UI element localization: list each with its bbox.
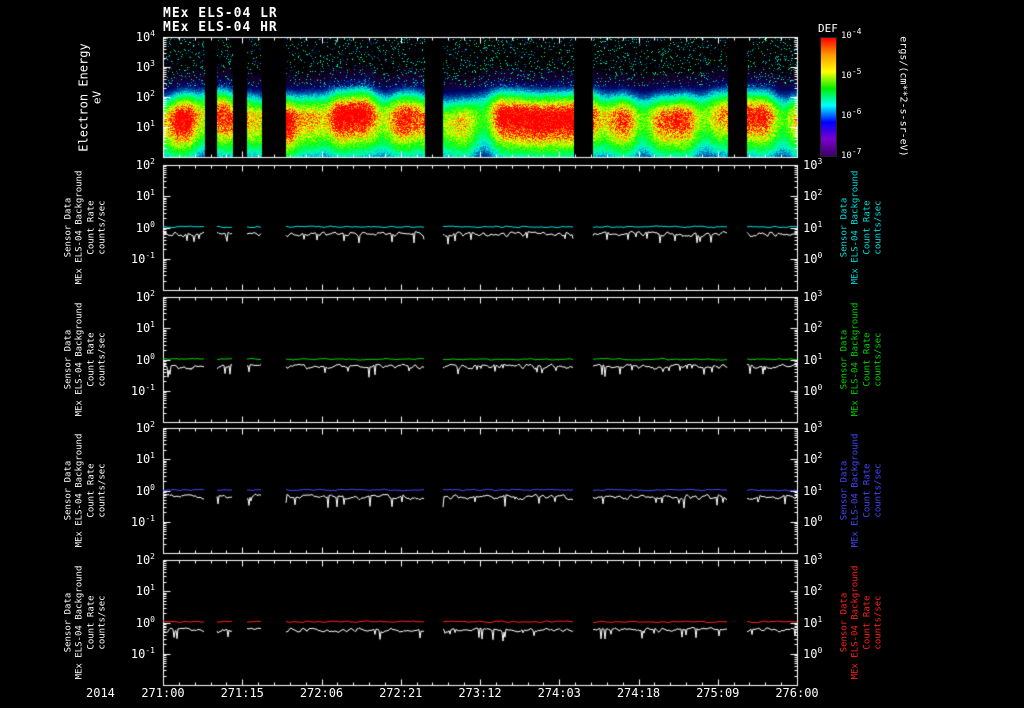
panel-right-ytick-label: 101 [803, 219, 823, 235]
panel-right-ytick-label: 103 [803, 552, 823, 567]
x-axis-tick-label: 274:03 [537, 686, 581, 700]
x-axis-tick-label: 274:18 [616, 686, 661, 700]
panel-right-ytick-label: 102 [803, 320, 823, 336]
x-axis-tick-label: 275:09 [696, 686, 740, 700]
panel-right-ytick-label: 102 [803, 583, 823, 599]
panel-right-ytick-label: 102 [803, 188, 823, 204]
panel-left-axis-label: Sensor Data MEx ELS-04 Background Count Ra… [63, 433, 108, 548]
panel-right-ytick-label: 100 [803, 645, 823, 661]
spectrogram-ytick-label: 102 [135, 89, 155, 104]
panel-right-ytick-label: 101 [803, 482, 823, 498]
x-axis-tick-label: 276:00 [775, 686, 819, 700]
panel-right-ytick-label: 100 [803, 513, 823, 529]
panel-right-axis-label: Sensor Data MEx ELS-04 Background Count Ra… [839, 170, 884, 285]
panel-right-ytick-label: 102 [803, 451, 823, 467]
panel-right-ytick-label: 101 [803, 351, 823, 367]
x-axis-tick-label: 272:06 [299, 686, 344, 700]
colorbar-title: DEF [818, 22, 838, 35]
panel-right-axis-label: Sensor Data MEx ELS-04 Background Count Ra… [839, 565, 884, 680]
plot-title-hr: MEx ELS-04 HR [163, 20, 278, 35]
panel-left-axis-label: Sensor Data MEx ELS-04 Background Count Ra… [63, 170, 108, 285]
plot-title-lr: MEx ELS-04 LR [163, 6, 278, 21]
panel-right-axis-label: Sensor Data MEx ELS-04 Background Count Ra… [839, 433, 884, 548]
colorbar-tick-label: 10-6 [841, 107, 862, 121]
plot-window: MEx ELS-04 LR MEx ELS-04 HR Electron Ene… [0, 0, 1024, 708]
colorbar-tick-label: 10-5 [841, 67, 862, 81]
x-axis-tick-label: 271:15 [220, 686, 264, 700]
spectrogram-ytick-label: 104 [135, 29, 155, 44]
panel-right-ytick-label: 101 [803, 614, 823, 630]
panel-left-axis-label: Sensor Data MEx ELS-04 Background Count Ra… [63, 565, 108, 680]
x-axis-tick-label: 271:00 [141, 686, 185, 700]
panel-right-ytick-label: 100 [803, 382, 823, 398]
panel-right-axis-label: Sensor Data MEx ELS-04 Background Count Ra… [839, 302, 884, 417]
panel-left-axis-label: Sensor Data MEx ELS-04 Background Count Ra… [63, 302, 108, 417]
colorbar-unit-label: ergs/(cm**2-s-sr-eV) [897, 36, 909, 157]
colorbar-tick-label: 10-4 [841, 27, 862, 41]
panel-right-ytick-label: 100 [803, 250, 823, 266]
colorbar [820, 37, 837, 157]
panel-right-ytick-label: 103 [803, 420, 823, 435]
panel-right-ytick-label: 103 [803, 289, 823, 304]
x-axis-tick-label: 272:21 [379, 686, 423, 700]
spectrogram-ytick-label: 101 [135, 119, 155, 134]
x-axis-tick-label: 273:12 [458, 686, 502, 700]
spectrogram-ytick-label: 103 [135, 59, 155, 74]
panel-right-ytick-label: 103 [803, 157, 823, 172]
